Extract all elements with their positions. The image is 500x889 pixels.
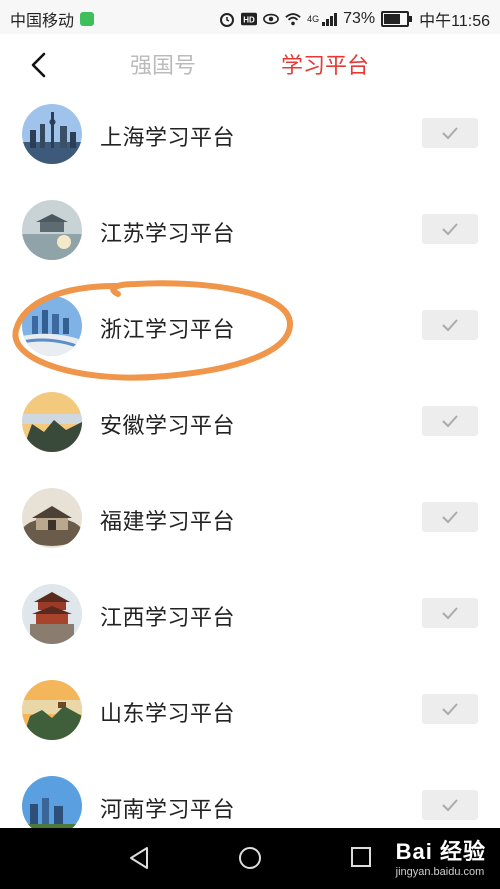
status-right: HD 4G 73% 中午11:56 [219, 7, 490, 31]
tab-label: 学习平台 [281, 54, 370, 79]
system-nav-bar: Bai 经验 jingyan.baidu.com [0, 828, 500, 889]
check-icon [442, 127, 458, 140]
hd-icon: HD [241, 12, 258, 26]
zhejiang-city-avatar [22, 296, 82, 356]
platform-name: 江苏学习平台 [100, 222, 236, 247]
fujian-tulou-avatar [22, 488, 82, 548]
tab-label: 强国号 [130, 54, 197, 79]
home-circle-icon[interactable] [238, 846, 262, 870]
subscribed-button[interactable] [422, 502, 478, 532]
subscribed-button[interactable] [422, 598, 478, 628]
platform-name: 安徽学习平台 [100, 414, 236, 439]
jiangxi-pavilion-avatar [22, 584, 82, 644]
subscribed-button[interactable] [422, 118, 478, 148]
watermark-main: Bai 经验 [395, 839, 486, 864]
platform-name: 江西学习平台 [100, 606, 236, 631]
platform-name: 河南学习平台 [100, 798, 236, 823]
tab-qiangguohao[interactable]: 强国号 [130, 48, 196, 80]
platform-name: 浙江学习平台 [100, 318, 236, 343]
tab-learning-platform[interactable]: 学习平台 [281, 48, 370, 94]
svg-text:HD: HD [243, 16, 255, 25]
back-triangle-icon[interactable] [128, 846, 150, 870]
check-icon [442, 223, 458, 236]
subscribed-button[interactable] [422, 790, 478, 820]
status-bar: 中国移动 HD 4G 73% 中午11:56 [0, 0, 500, 34]
signal-icon [322, 13, 338, 26]
carrier-name: 中国移动 [10, 13, 75, 30]
recents-square-icon[interactable] [350, 846, 372, 868]
list-item-jiangxi[interactable]: 江西学习平台 [0, 566, 500, 663]
list-item-shanghai[interactable]: 上海学习平台 [0, 86, 500, 183]
shandong-mountain-avatar [22, 680, 82, 740]
check-icon [442, 415, 458, 428]
check-icon [442, 703, 458, 716]
battery-icon [381, 11, 413, 27]
sim-icon [80, 12, 95, 26]
platform-name: 福建学习平台 [100, 510, 236, 535]
list-item-fujian[interactable]: 福建学习平台 [0, 470, 500, 567]
wifi-icon [285, 13, 301, 26]
clock: 中午11:56 [419, 13, 490, 30]
battery-percent: 73% [343, 10, 376, 27]
watermark-sub: jingyan.baidu.com [395, 866, 485, 878]
network-type: 4G [307, 14, 320, 24]
check-icon [442, 511, 458, 524]
baidu-jingyan-watermark: Bai 经验 jingyan.baidu.com [396, 834, 486, 878]
subscribed-button[interactable] [422, 694, 478, 724]
list-item-jiangsu[interactable]: 江苏学习平台 [0, 182, 500, 279]
check-icon [442, 799, 458, 812]
subscribed-button[interactable] [422, 310, 478, 340]
list-item-zhejiang[interactable]: 浙江学习平台 [0, 278, 500, 375]
platform-name: 上海学习平台 [100, 126, 236, 151]
alarm-icon [220, 13, 235, 27]
platform-name: 山东学习平台 [100, 702, 236, 727]
check-icon [442, 607, 458, 620]
check-icon [442, 319, 458, 332]
henan-city-avatar [22, 776, 82, 836]
jiangsu-pavilion-avatar [22, 200, 82, 260]
eye-icon [263, 13, 280, 25]
subscribed-button[interactable] [422, 406, 478, 436]
list-item-shandong[interactable]: 山东学习平台 [0, 662, 500, 759]
status-left: 中国移动 [10, 7, 95, 31]
subscribed-button[interactable] [422, 214, 478, 244]
shanghai-skyline-avatar [22, 104, 82, 164]
chevron-left-icon[interactable] [24, 50, 54, 80]
anhui-mountain-avatar [22, 392, 82, 452]
list-item-anhui[interactable]: 安徽学习平台 [0, 374, 500, 471]
